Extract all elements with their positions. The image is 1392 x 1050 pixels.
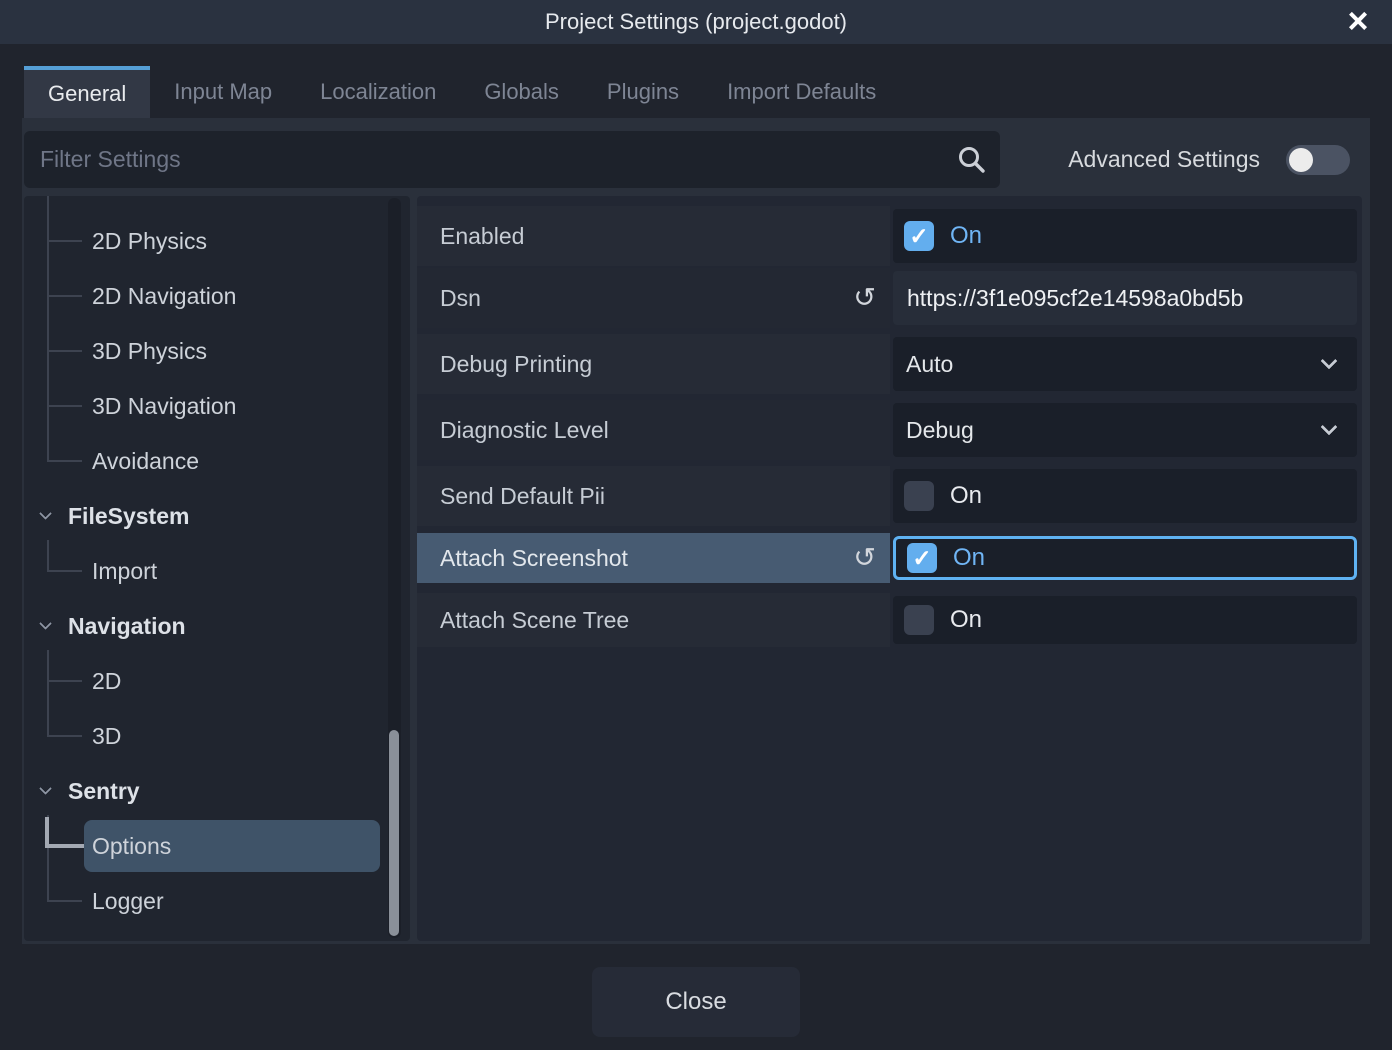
checkbox-state-label: On [950,606,982,634]
sidebar-item-navigation[interactable]: Navigation [24,599,410,654]
sidebar-item-options[interactable]: Options [24,819,410,874]
property-label: Attach Screenshot [440,545,628,572]
checkbox-checked[interactable]: ✓ [907,543,937,573]
advanced-settings-toggle[interactable] [1286,145,1350,175]
chevron-down-icon [39,617,52,630]
tab-bar: GeneralInput MapLocalizationGlobalsPlugi… [24,66,900,118]
sidebar-item-import[interactable]: Import [24,544,410,599]
sidebar-item-label: 3D Navigation [92,393,236,420]
window-title: Project Settings (project.godot) [545,9,847,35]
advanced-settings-group: Advanced Settings [1068,131,1350,188]
property-value-dsn[interactable]: https://3f1e095cf2e14598a0bd5b [893,271,1357,325]
sidebar-item-avoidance[interactable]: Avoidance [24,434,410,489]
sidebar-item-label: 3D [92,723,121,750]
tab-import-defaults[interactable]: Import Defaults [703,66,900,118]
property-row-attach-scene-tree[interactable]: Attach Scene Tree [417,593,890,647]
checkbox-state-label: On [950,222,982,250]
property-label: Debug Printing [440,351,592,378]
property-value-diagnostic-level[interactable]: Debug [893,403,1357,457]
close-icon[interactable]: × [1338,1,1378,41]
chevron-down-icon [39,507,52,520]
property-value-attach-screenshot[interactable]: ✓ On [893,536,1357,580]
property-label: Attach Scene Tree [440,607,629,634]
property-label: Enabled [440,223,524,250]
sidebar-item-label: Navigation [68,613,186,640]
sidebar-item-label: FileSystem [68,503,189,530]
sidebar-item-label: 2D Physics [92,228,207,255]
dropdown-value: Auto [906,351,953,378]
sidebar-item-sentry[interactable]: Sentry [24,764,410,819]
search-icon [956,144,986,174]
checkbox-unchecked[interactable] [904,605,934,635]
sidebar-item-label: Options [92,833,171,860]
property-row-enabled[interactable]: Enabled [417,206,890,266]
sidebar-item-label: 3D Physics [92,338,207,365]
sidebar-item-label: 2D [92,668,121,695]
tab-input-map[interactable]: Input Map [150,66,296,118]
chevron-down-icon [1321,353,1338,370]
property-row-dsn[interactable]: Dsn ↺ [417,268,890,328]
property-label: Send Default Pii [440,483,605,510]
checkbox-state-label: On [950,482,982,510]
titlebar: Project Settings (project.godot) × [0,0,1392,44]
check-icon: ✓ [912,547,931,570]
close-button[interactable]: Close [592,967,800,1037]
property-row-debug-printing[interactable]: Debug Printing [417,334,890,394]
tab-general[interactable]: General [24,66,150,118]
sidebar-item-3d-navigation[interactable]: 3D Navigation [24,379,410,434]
checkbox-checked[interactable]: ✓ [904,221,934,251]
sidebar-item-logger[interactable]: Logger [24,874,410,929]
property-value-enabled[interactable]: ✓ On [893,209,1357,263]
check-icon: ✓ [909,225,928,248]
chevron-down-icon [1321,419,1338,436]
property-value-send-default-pii[interactable]: On [893,469,1357,523]
toggle-knob [1289,148,1313,172]
text-field-value: https://3f1e095cf2e14598a0bd5b [907,285,1243,312]
property-label: Dsn [440,285,481,312]
tab-localization[interactable]: Localization [296,66,460,118]
sidebar-item-2d[interactable]: 2D [24,654,410,709]
sidebar-item-3d-physics[interactable]: 3D Physics [24,324,410,379]
property-row-send-default-pii[interactable]: Send Default Pii [417,466,890,526]
checkbox-unchecked[interactable] [904,481,934,511]
revert-icon[interactable]: ↺ [853,285,876,312]
sidebar-item-label: Logger [92,888,164,915]
tab-globals[interactable]: Globals [460,66,583,118]
sidebar-item-label: Import [92,558,157,585]
property-label: Diagnostic Level [440,417,609,444]
project-settings-dialog: { "window": { "title": "Project Settings… [0,0,1392,1050]
sidebar-item-label: 2D Navigation [92,283,236,310]
filter-settings-input[interactable] [24,131,1000,188]
chevron-down-icon [39,782,52,795]
property-inspector: Enabled ✓ On Dsn ↺ https://3f1e095cf2e14598a0… [417,196,1362,941]
sidebar-item-2d-physics[interactable]: 2D Physics [24,214,410,269]
dropdown-value: Debug [906,417,974,444]
tab-content-panel: Advanced Settings 2D Physics 2D Navigatio… [22,118,1370,944]
property-value-debug-printing[interactable]: Auto [893,337,1357,391]
sidebar-item-label: Avoidance [92,448,199,475]
settings-tree: 2D Physics 2D Navigation 3D Physics 3D Navi… [24,196,410,941]
advanced-settings-label: Advanced Settings [1068,146,1260,173]
property-value-attach-scene-tree[interactable]: On [893,596,1357,644]
sidebar-item-3d[interactable]: 3D [24,709,410,764]
sidebar-item-filesystem[interactable]: FileSystem [24,489,410,544]
checkbox-state-label: On [953,544,985,572]
revert-icon[interactable]: ↺ [853,545,876,572]
sidebar-item-label: Sentry [68,778,140,805]
property-row-attach-screenshot[interactable]: Attach Screenshot ↺ [417,533,890,583]
property-row-diagnostic-level[interactable]: Diagnostic Level [417,400,890,460]
tab-plugins[interactable]: Plugins [583,66,703,118]
sidebar-item-2d-navigation[interactable]: 2D Navigation [24,269,410,324]
